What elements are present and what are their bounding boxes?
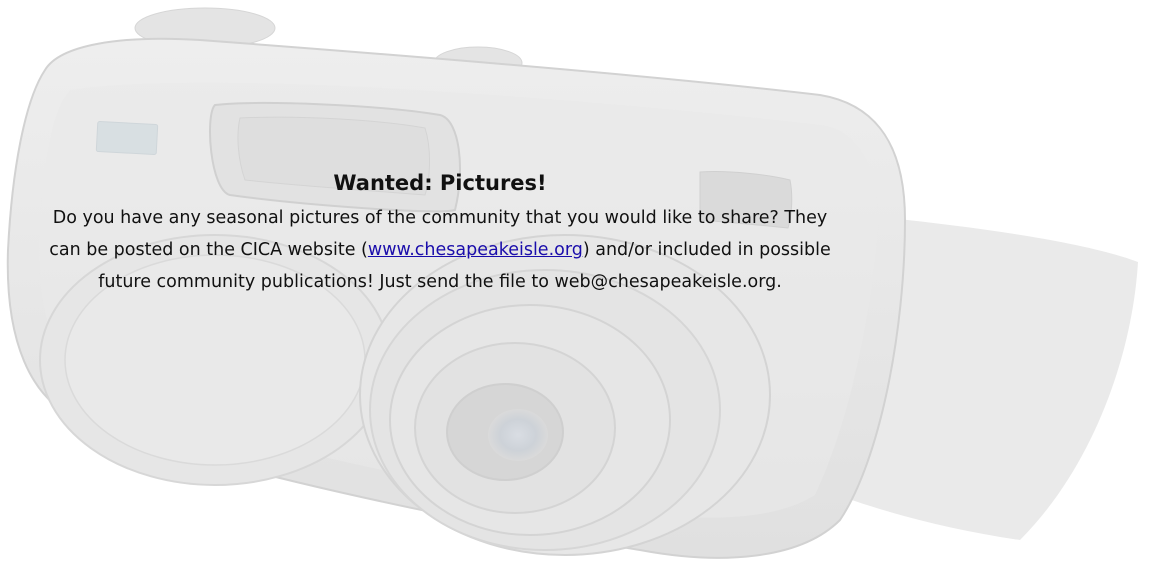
notice-body: Do you have any seasonal pictures of the…: [40, 202, 840, 298]
notice-box: Wanted: Pictures! Do you have any season…: [30, 168, 850, 298]
flyer-canvas: Wanted: Pictures! Do you have any season…: [0, 0, 1149, 573]
website-link[interactable]: www.chesapeakeisle.org: [368, 240, 583, 260]
notice-title: Wanted: Pictures!: [333, 171, 547, 195]
camera-indicator-window: [95, 121, 159, 155]
